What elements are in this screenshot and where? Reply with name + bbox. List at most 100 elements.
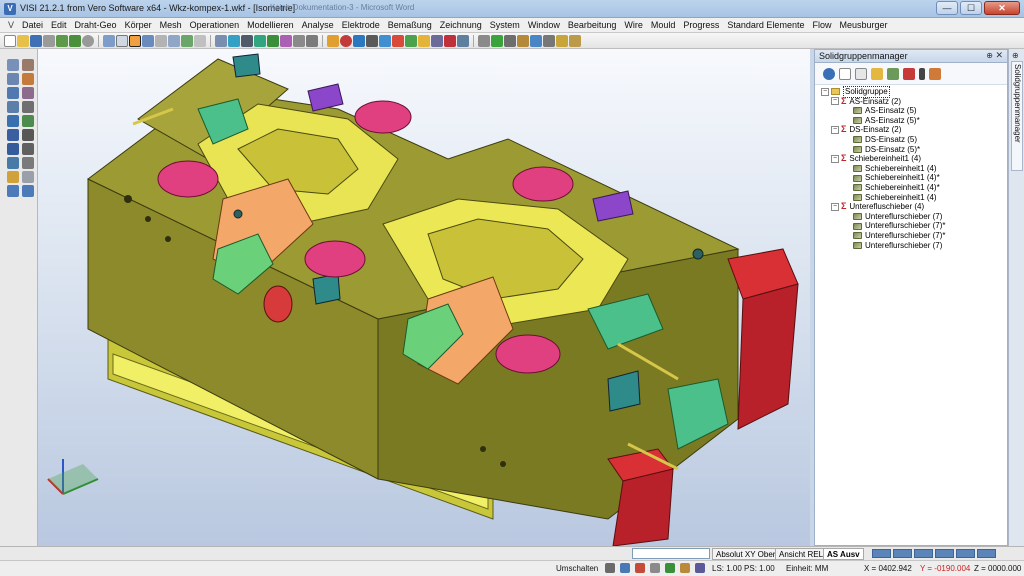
menu-zeichnung[interactable]: Zeichnung [436, 18, 486, 33]
setting-icon[interactable] [478, 34, 490, 47]
rotate-view-icon[interactable] [7, 115, 19, 127]
tree-item[interactable]: DS-Einsatz (5)* [821, 145, 1007, 155]
check-icon[interactable] [491, 34, 503, 47]
tree-item[interactable]: AS-Einsatz (5)* [821, 116, 1007, 126]
color-icon[interactable] [280, 34, 292, 47]
tree-item[interactable]: Untereflurschieber (7)* [821, 231, 1007, 241]
menu-koerper[interactable]: Körper [121, 18, 156, 33]
menu-bearbeitung[interactable]: Bearbeitung [564, 18, 621, 33]
tree-item[interactable]: Untereflurschieber (7) [821, 212, 1007, 222]
close-icon[interactable]: ✕ [995, 50, 1003, 61]
minimize-button[interactable]: — [936, 1, 958, 15]
rotate-icon[interactable] [181, 34, 193, 47]
tree-item[interactable]: Schiebereinheit1 (4) [821, 193, 1007, 203]
refresh-icon[interactable] [823, 67, 835, 80]
view-slot[interactable] [893, 549, 912, 558]
menu-window[interactable]: Window [524, 18, 564, 33]
menu-system[interactable]: System [486, 18, 524, 33]
export-icon[interactable] [929, 67, 941, 80]
layer-state-icon[interactable] [680, 563, 690, 573]
new-group-icon[interactable] [839, 67, 851, 80]
tab-ansicht-rel[interactable]: Ansicht REL [775, 548, 828, 560]
collapse-icon[interactable]: − [821, 87, 829, 96]
stop-icon[interactable] [82, 34, 94, 47]
shade-icon[interactable] [215, 34, 227, 47]
query-icon[interactable] [543, 34, 555, 47]
tree-group[interactable]: − Σ DS-Einsatz (2) [821, 125, 1007, 135]
osnap-icon[interactable] [665, 563, 675, 573]
arc-icon[interactable] [379, 34, 391, 47]
attribute-icon[interactable] [517, 34, 529, 47]
tree-item[interactable]: Schiebereinheit1 (4) [821, 164, 1007, 174]
point-icon[interactable] [392, 34, 404, 47]
ucs-icon[interactable] [22, 157, 34, 169]
tree-group[interactable]: − Σ Unterefluschieber (4) [821, 202, 1007, 212]
frame-icon[interactable] [168, 34, 180, 47]
zoom-window-icon[interactable] [7, 101, 19, 113]
collapse-icon[interactable]: − [831, 202, 839, 211]
visi-logo-icon[interactable]: V [4, 3, 16, 15]
zoom-out-icon[interactable] [22, 87, 34, 99]
layer-icon[interactable] [129, 34, 141, 47]
search-icon[interactable] [887, 67, 899, 80]
view-slot[interactable] [872, 549, 891, 558]
surface-icon[interactable] [306, 34, 318, 47]
tree-item[interactable]: AS-Einsatz (5) [821, 106, 1007, 116]
transform-icon[interactable] [431, 34, 443, 47]
flag-icon[interactable] [444, 34, 456, 47]
edit-icon[interactable] [418, 34, 430, 47]
menu-elektrode[interactable]: Elektrode [338, 18, 384, 33]
arrow-right-icon[interactable] [22, 185, 34, 197]
view-slot[interactable] [977, 549, 996, 558]
list-icon[interactable] [855, 67, 867, 80]
chevron-down-icon[interactable] [919, 67, 925, 80]
maximize-button[interactable]: ☐ [960, 1, 982, 15]
redo-icon[interactable] [69, 34, 81, 47]
ortho-icon[interactable] [635, 563, 645, 573]
layer-manager-icon[interactable] [7, 171, 19, 183]
menu-progress[interactable]: Progress [679, 18, 723, 33]
menu-logo-icon[interactable]: V [4, 19, 18, 31]
menu-edit[interactable]: Edit [47, 18, 71, 33]
3d-viewport[interactable] [38, 49, 810, 546]
save-icon[interactable] [30, 34, 42, 47]
workplane-icon[interactable] [7, 157, 19, 169]
umschalten-label[interactable]: Umschalten [556, 564, 598, 573]
close-button[interactable]: ✕ [984, 1, 1020, 15]
undo-icon[interactable] [56, 34, 68, 47]
tree-item[interactable]: Untereflurschieber (7)* [821, 221, 1007, 231]
folder-icon[interactable] [871, 67, 883, 80]
tree-item[interactable]: DS-Einsatz (5) [821, 135, 1007, 145]
arrow-left-icon[interactable] [7, 185, 19, 197]
section-view-icon[interactable] [22, 143, 34, 155]
collapse-icon[interactable]: − [831, 97, 839, 106]
select-icon[interactable] [116, 34, 128, 47]
hide-icon[interactable] [241, 34, 253, 47]
zoom-in-icon[interactable] [7, 87, 19, 99]
tree-group[interactable]: − Σ Schiebereinheit1 (4) [821, 154, 1007, 164]
tree-group[interactable]: − Σ AS-Einsatz (2) [821, 96, 1007, 107]
line-icon[interactable] [366, 34, 378, 47]
view-slot[interactable] [914, 549, 933, 558]
menu-analyse[interactable]: Analyse [298, 18, 338, 33]
menu-modellieren[interactable]: Modellieren [243, 18, 298, 33]
print-icon[interactable] [43, 34, 55, 47]
menu-meusburger[interactable]: Meusburger [835, 18, 891, 33]
zoom-icon[interactable] [142, 34, 154, 47]
view-top-icon[interactable] [7, 59, 19, 71]
grid-icon[interactable] [155, 34, 167, 47]
view-iso-icon[interactable] [22, 73, 34, 85]
spline-icon[interactable] [405, 34, 417, 47]
tree-item[interactable]: Untereflurschieber (7) [821, 241, 1007, 251]
zoom-all-icon[interactable] [22, 101, 34, 113]
polar-icon[interactable] [650, 563, 660, 573]
pan-icon[interactable] [194, 34, 206, 47]
pin-icon[interactable]: ⊕ [1012, 51, 1019, 60]
tree-item[interactable]: Schiebereinheit1 (4)* [821, 183, 1007, 193]
solid-icon[interactable] [293, 34, 305, 47]
pin-icon[interactable]: ⊕ [986, 51, 993, 60]
color-picker-icon[interactable] [903, 67, 915, 80]
pan-view-icon[interactable] [22, 115, 34, 127]
menu-bemassung[interactable]: Bemaßung [384, 18, 436, 33]
wireframe-icon[interactable] [22, 129, 34, 141]
